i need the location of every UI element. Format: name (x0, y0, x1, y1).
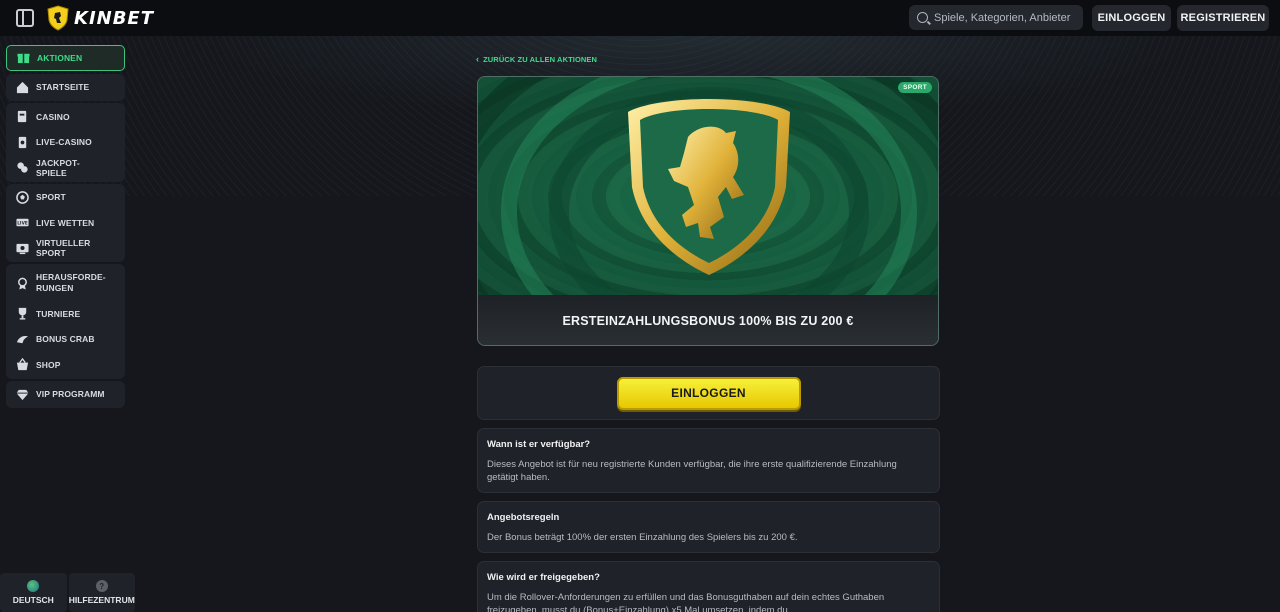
search-input[interactable] (934, 11, 1074, 24)
sidebar-item-bonus-crab[interactable]: BONUS CRAB (6, 327, 125, 353)
challenge-icon (16, 277, 29, 290)
promotion-title: ERSTEINZAHLUNGSBONUS 100% BIS ZU 200 € (478, 295, 938, 345)
sidebar-item-casino[interactable]: CASINO (6, 104, 125, 130)
sidebar-item-jackpot-spiele[interactable]: JACKPOT-SPIELE (6, 155, 125, 181)
sidebar-item-shop[interactable]: SHOP (6, 352, 125, 378)
brand-logo[interactable]: KINBET (46, 5, 154, 31)
svg-text:LIVE: LIVE (17, 221, 28, 226)
live-casino-icon (16, 136, 29, 149)
live-bets-icon: LIVE (16, 216, 29, 229)
sport-tag-badge: SPORT (898, 82, 932, 93)
section-title: Wann ist er verfügbar? (487, 439, 591, 450)
language-button[interactable]: DEUTSCH (0, 573, 67, 612)
sidebar-group-sport: SPORT LIVE LIVE WETTEN VIRTUELLER SPORT (6, 183, 125, 262)
section-title: Wie wird er freigegeben? (487, 572, 600, 583)
top-header: KINBET EINLOGGEN REGISTRIEREN (0, 0, 1280, 36)
sidebar-item-startseite[interactable]: STARTSEITE (6, 75, 125, 101)
sidebar-item-live-wetten[interactable]: LIVE LIVE WETTEN (6, 210, 125, 236)
login-cta-button[interactable]: EINLOGGEN (616, 376, 801, 410)
lion-shield-icon (47, 5, 69, 31)
crab-icon (16, 333, 29, 346)
promotion-card: SPORT ERSTEINZAHLUNGSBONUS 100% BIS ZU 2… (477, 76, 939, 346)
sidebar-item-label: HERAUSFORDE-RUNGEN (36, 272, 106, 293)
sidebar-item-label: AKTIONEN (37, 52, 83, 63)
chevron-left-icon: ‹ (476, 54, 480, 64)
promotion-banner-image: SPORT (478, 77, 938, 295)
sidebar-item-label: VIP PROGRAMM (36, 389, 105, 400)
sidebar-item-label: STARTSEITE (36, 82, 90, 93)
sidebar-item-turniere[interactable]: TURNIERE (6, 301, 125, 327)
header-register-button[interactable]: REGISTRIEREN (1177, 5, 1269, 31)
sidebar-item-virtueller-sport[interactable]: VIRTUELLER SPORT (6, 236, 125, 262)
brand-name: KINBET (74, 7, 155, 29)
sidebar-bottom-bar: DEUTSCH ? HILFEZENTRUM (0, 573, 135, 612)
lion-crest-graphic (478, 77, 938, 295)
back-to-promotions-link[interactable]: ‹ ZURÜCK ZU ALLEN AKTIONEN (476, 54, 597, 64)
basket-icon (16, 358, 29, 371)
help-label: HILFEZENTRUM (68, 595, 135, 605)
search-bar[interactable] (909, 5, 1083, 30)
globe-icon (27, 580, 40, 592)
back-link-label: ZURÜCK ZU ALLEN AKTIONEN (483, 54, 598, 64)
section-text: Der Bonus beträgt 100% der ersten Einzah… (487, 532, 798, 543)
trophy-icon (16, 307, 29, 320)
sidebar-item-label: BONUS CRAB (36, 334, 95, 345)
sidebar-item-label: TURNIERE (36, 308, 81, 319)
sidebar-item-label: LIVE WETTEN (36, 217, 95, 228)
help-center-button[interactable]: ? HILFEZENTRUM (68, 573, 135, 612)
sidebar-item-label: JACKPOT-SPIELE (36, 157, 80, 178)
sidebar-toggle-icon[interactable] (16, 9, 34, 27)
sidebar-item-label: LIVE-CASINO (36, 137, 92, 148)
offer-rules-section: Angebotsregeln Der Bonus beträgt 100% de… (477, 501, 940, 553)
sidebar-item-vip-programm[interactable]: VIP PROGRAMM (6, 382, 125, 408)
section-text: Dieses Angebot ist für neu registrierte … (487, 459, 897, 483)
sidebar-item-label: CASINO (36, 111, 70, 122)
sidebar-item-aktionen[interactable]: AKTIONEN (6, 45, 125, 71)
release-conditions-section: Wie wird er freigegeben? Um die Rollover… (477, 561, 940, 612)
sidebar-item-label: SPORT (36, 192, 66, 203)
casino-icon (16, 110, 29, 123)
gift-icon (17, 51, 30, 64)
sidebar-group-extras: HERAUSFORDE-RUNGEN TURNIERE BONUS CRAB S… (6, 264, 125, 379)
help-icon: ? (95, 580, 108, 592)
soccer-ball-icon (16, 190, 29, 204)
sidebar-group-casino: CASINO LIVE-CASINO JACKPOT-SPIELE (6, 103, 125, 182)
sidebar-group-vip: VIP PROGRAMM (6, 380, 125, 408)
sidebar-group-home: STARTSEITE (6, 73, 125, 101)
login-cta-panel: EINLOGGEN (477, 366, 940, 420)
section-title: Angebotsregeln (487, 512, 560, 523)
sidebar-item-herausforderungen[interactable]: HERAUSFORDE-RUNGEN (6, 265, 125, 301)
sidebar-group-promotions: AKTIONEN (6, 44, 125, 72)
sidebar-nav: AKTIONEN STARTSEITE CASINO LIVE-CASINO J… (6, 44, 125, 410)
language-label: DEUTSCH (12, 595, 54, 605)
header-login-button[interactable]: EINLOGGEN (1092, 5, 1171, 31)
virtual-sport-icon (16, 242, 29, 255)
search-icon (917, 12, 928, 23)
sidebar-item-label: SHOP (36, 359, 61, 370)
home-icon (16, 81, 29, 94)
availability-section: Wann ist er verfügbar? Dieses Angebot is… (477, 428, 940, 493)
diamond-icon (16, 388, 29, 401)
sidebar-item-sport[interactable]: SPORT (6, 185, 125, 211)
jackpot-icon (16, 161, 29, 174)
sidebar-item-live-casino[interactable]: LIVE-CASINO (6, 130, 125, 156)
section-text: Um die Rollover-Anforderungen zu erfülle… (487, 592, 885, 612)
sidebar-item-label: VIRTUELLER SPORT (36, 238, 91, 259)
